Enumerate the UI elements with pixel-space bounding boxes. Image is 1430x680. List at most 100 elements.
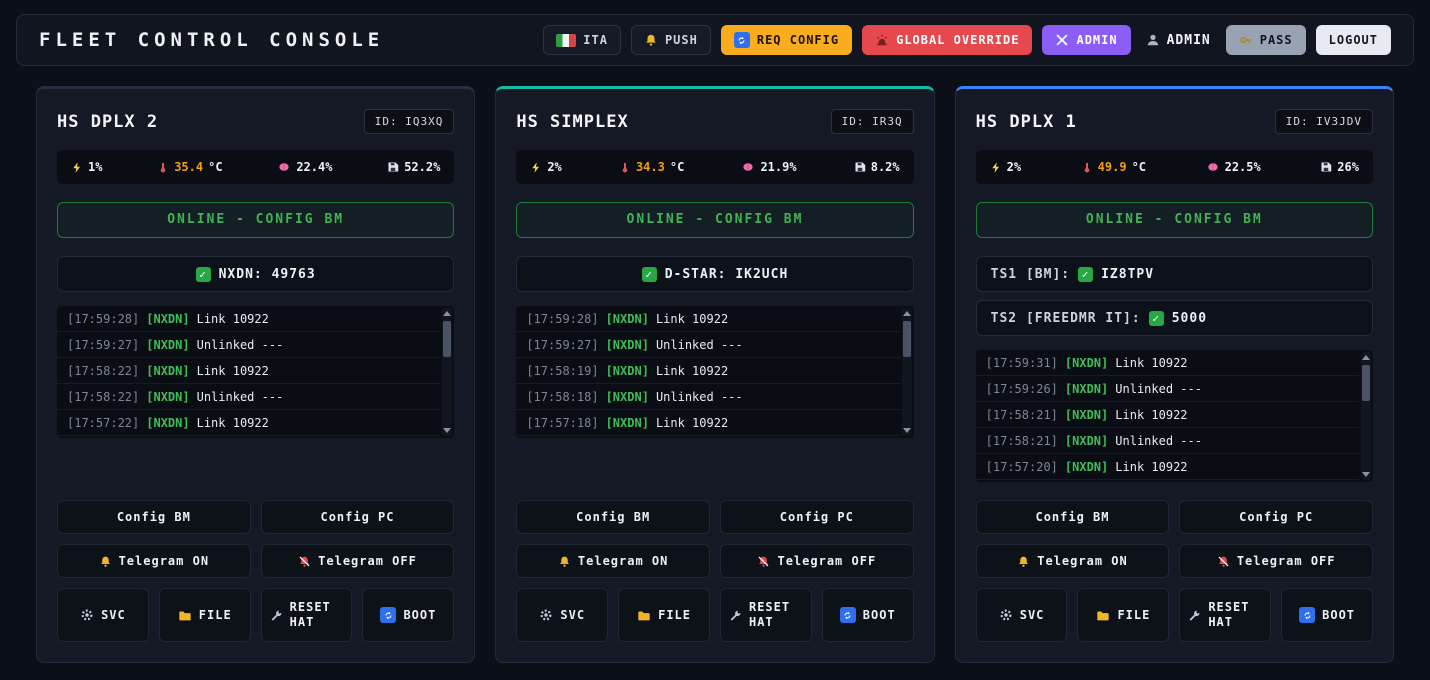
config-bm-button[interactable]: Config BM — [516, 500, 710, 534]
scrollbar-thumb[interactable] — [1362, 365, 1370, 401]
log-row: [17:58:22][NXDN]Unlinked --- — [57, 384, 440, 410]
disk-stat: 52.2% — [387, 160, 440, 174]
telegram-on-button[interactable]: Telegram ON — [57, 544, 251, 578]
bell-icon — [558, 555, 571, 568]
admin-tools-button[interactable]: ADMIN — [1042, 25, 1130, 55]
logout-button[interactable]: LOGOUT — [1316, 25, 1391, 55]
scroll-down-icon[interactable] — [1362, 472, 1370, 477]
boot-button[interactable]: BOOT — [1281, 588, 1373, 642]
config-pc-button[interactable]: Config PC — [720, 500, 914, 534]
header: FLEET CONTROL CONSOLE ITA PUSH REQ CONFI… — [16, 14, 1414, 66]
mode-slot: D-STAR: IK2UCH — [516, 256, 913, 292]
disk-stat: 26% — [1320, 160, 1359, 174]
svc-button[interactable]: SVC — [976, 588, 1068, 642]
floppy-icon — [387, 161, 399, 173]
stats-bar: 1% 35.4°C 22.4% 52.2% — [57, 150, 454, 184]
file-button[interactable]: FILE — [159, 588, 251, 642]
log-row: [17:58:21][NXDN]Unlinked --- — [976, 428, 1359, 454]
card-actions: Config BM Config PC Telegram ON Telegram… — [57, 490, 454, 642]
config-bm-button[interactable]: Config BM — [976, 500, 1170, 534]
req-config-button[interactable]: REQ CONFIG — [721, 25, 852, 55]
refresh-icon — [734, 32, 750, 48]
lightning-icon — [530, 161, 542, 174]
global-override-button[interactable]: GLOBAL OVERRIDE — [862, 25, 1032, 55]
folder-icon — [1096, 609, 1110, 622]
log-scrollbar[interactable] — [902, 308, 912, 436]
device-cards: HS DPLX 2 ID: IQ3XQ 1% 35.4°C 22.4% 52.2… — [36, 86, 1394, 663]
status-badge: ONLINE - CONFIG BM — [976, 202, 1373, 238]
folder-icon — [178, 609, 192, 622]
bell-off-icon — [298, 555, 311, 568]
device-id-badge: ID: IR3Q — [831, 109, 914, 134]
device-title: HS DPLX 2 — [57, 112, 158, 132]
svc-button[interactable]: SVC — [516, 588, 608, 642]
scroll-down-icon[interactable] — [903, 428, 911, 433]
status-badge: ONLINE - CONFIG BM — [57, 202, 454, 238]
memory-stat: 22.5% — [1206, 160, 1261, 174]
bell-icon — [1017, 555, 1030, 568]
scroll-up-icon[interactable] — [443, 311, 451, 316]
reboot-icon — [380, 607, 396, 623]
disk-stat: 8.2% — [854, 160, 900, 174]
boot-button[interactable]: BOOT — [822, 588, 914, 642]
reset-hat-button[interactable]: RESET HAT — [720, 588, 812, 642]
telegram-off-button[interactable]: Telegram OFF — [720, 544, 914, 578]
scrollbar-thumb[interactable] — [903, 321, 911, 357]
scroll-down-icon[interactable] — [443, 428, 451, 433]
page-title: FLEET CONTROL CONSOLE — [39, 29, 384, 51]
bell-icon — [644, 33, 658, 47]
boot-button[interactable]: BOOT — [362, 588, 454, 642]
file-button[interactable]: FILE — [1077, 588, 1169, 642]
user-label: ADMIN — [1167, 33, 1211, 48]
timeslot-value: IZ8TPV — [1101, 267, 1154, 282]
card-header: HS SIMPLEX ID: IR3Q — [516, 109, 913, 134]
config-pc-button[interactable]: Config PC — [1179, 500, 1373, 534]
stats-bar: 2% 34.3°C 21.9% 8.2% — [516, 150, 913, 184]
log-row: [17:58:22][NXDN]Link 10922 — [57, 358, 440, 384]
temperature-stat: 35.4°C — [157, 160, 222, 174]
gear-icon — [999, 608, 1013, 622]
mode-slot: NXDN: 49763 — [57, 256, 454, 292]
italy-flag-icon — [556, 34, 576, 47]
device-card-hs-dplx-2: HS DPLX 2 ID: IQ3XQ 1% 35.4°C 22.4% 52.2… — [36, 86, 475, 663]
key-icon — [1239, 33, 1253, 47]
pass-button[interactable]: PASS — [1226, 25, 1306, 55]
reset-hat-button[interactable]: RESET HAT — [261, 588, 353, 642]
scroll-up-icon[interactable] — [903, 311, 911, 316]
telegram-on-button[interactable]: Telegram ON — [516, 544, 710, 578]
config-bm-button[interactable]: Config BM — [57, 500, 251, 534]
reset-hat-button[interactable]: RESET HAT — [1179, 588, 1271, 642]
floppy-icon — [1320, 161, 1332, 173]
card-header: HS DPLX 1 ID: IV3JDV — [976, 109, 1373, 134]
push-button[interactable]: PUSH — [631, 25, 711, 55]
log-row: [17:57:20][NXDN]Link 10922 — [976, 454, 1359, 480]
wrench-icon — [729, 609, 742, 622]
telegram-off-button[interactable]: Telegram OFF — [1179, 544, 1373, 578]
user-menu[interactable]: ADMIN — [1141, 25, 1216, 55]
timeslot-value: 5000 — [1172, 311, 1207, 326]
scrollbar-thumb[interactable] — [443, 321, 451, 357]
wrench-icon — [270, 609, 283, 622]
timeslot-2: TS2 [FREEDMR IT]: 5000 — [976, 300, 1373, 336]
telegram-on-button[interactable]: Telegram ON — [976, 544, 1170, 578]
check-icon — [642, 267, 657, 282]
log-row: [17:59:28][NXDN]Link 10922 — [516, 306, 899, 332]
brain-icon — [741, 161, 755, 173]
scroll-up-icon[interactable] — [1362, 355, 1370, 360]
user-icon — [1146, 33, 1160, 47]
language-button[interactable]: ITA — [543, 25, 621, 55]
log-row: [17:58:18][NXDN]Unlinked --- — [516, 384, 899, 410]
config-pc-button[interactable]: Config PC — [261, 500, 455, 534]
log-scrollbar[interactable] — [442, 308, 452, 436]
file-button[interactable]: FILE — [618, 588, 710, 642]
timeslot-1: TS1 [BM]: IZ8TPV — [976, 256, 1373, 292]
logout-label: LOGOUT — [1329, 33, 1378, 47]
gear-icon — [80, 608, 94, 622]
temperature-stat: 49.9°C — [1081, 160, 1146, 174]
stats-bar: 2% 49.9°C 22.5% 26% — [976, 150, 1373, 184]
telegram-off-button[interactable]: Telegram OFF — [261, 544, 455, 578]
lightning-icon — [71, 161, 83, 174]
svc-button[interactable]: SVC — [57, 588, 149, 642]
log-scrollbar[interactable] — [1361, 352, 1371, 480]
siren-icon — [875, 33, 889, 47]
